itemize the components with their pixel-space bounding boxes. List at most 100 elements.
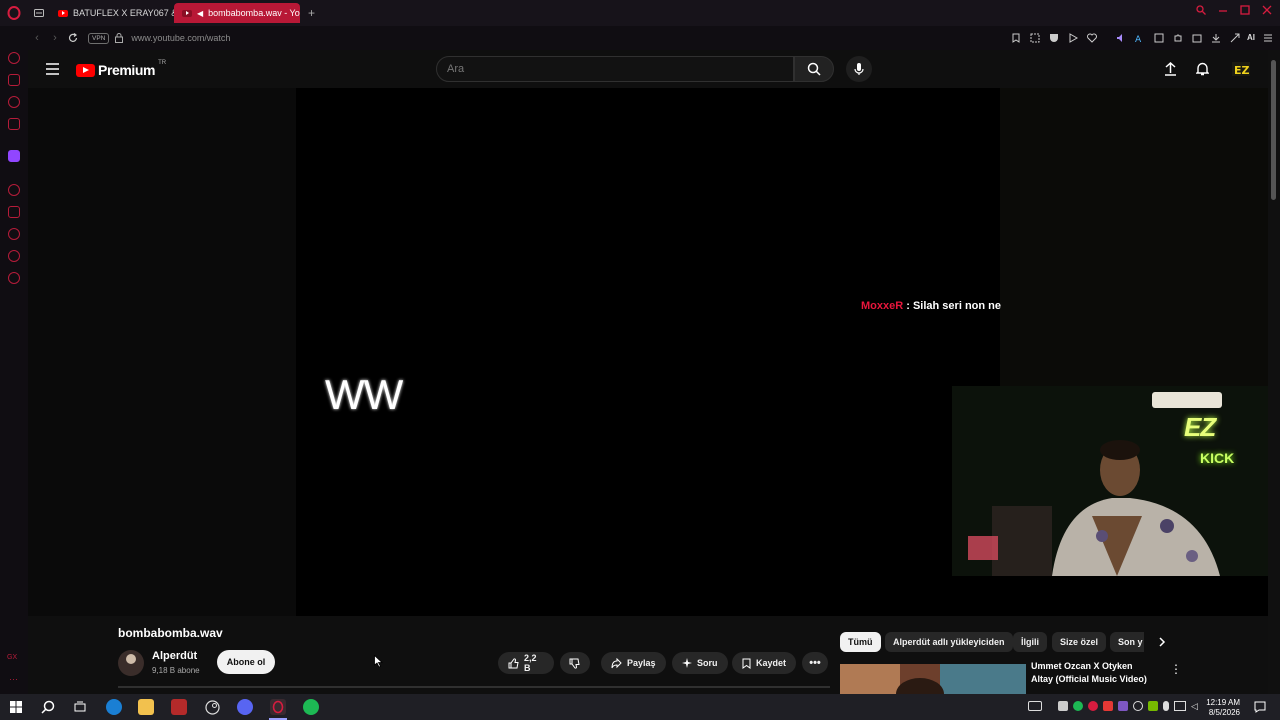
bookmark-icon[interactable] bbox=[1009, 31, 1022, 44]
notification-center-icon[interactable] bbox=[1252, 699, 1268, 715]
recommendation-thumbnail[interactable] bbox=[840, 664, 1026, 694]
player-icon[interactable] bbox=[8, 184, 20, 196]
video-title: bombabomba.wav bbox=[118, 626, 223, 640]
chips-next-icon[interactable] bbox=[1158, 637, 1166, 647]
tray-mic-icon[interactable] bbox=[1163, 701, 1169, 711]
twitch-icon[interactable] bbox=[8, 150, 20, 162]
file-explorer-icon[interactable] bbox=[138, 699, 154, 715]
youtube-header: Premium TR EZ bbox=[28, 50, 1268, 88]
tab-switcher-icon[interactable] bbox=[28, 3, 50, 23]
clock[interactable]: 12:19 AM 8/5/2026 bbox=[1206, 698, 1240, 718]
aria-icon[interactable] bbox=[8, 74, 20, 86]
forward-icon[interactable]: › bbox=[46, 32, 64, 44]
windows-start-icon[interactable] bbox=[8, 699, 24, 715]
more-horizontal-icon: ••• bbox=[809, 657, 821, 669]
voicemeeter-icon[interactable] bbox=[171, 699, 187, 715]
opera-logo-icon[interactable] bbox=[0, 0, 28, 26]
menu-icon[interactable] bbox=[1261, 31, 1274, 44]
messenger-icon[interactable] bbox=[8, 96, 20, 108]
channel-avatar[interactable] bbox=[118, 650, 144, 676]
minimize-icon[interactable] bbox=[1218, 5, 1228, 15]
spotify-icon[interactable] bbox=[303, 699, 319, 715]
voice-search-button[interactable] bbox=[846, 56, 872, 82]
tray-red-icon[interactable] bbox=[1103, 701, 1113, 711]
pocket-icon[interactable] bbox=[1047, 31, 1060, 44]
tray-app-icon[interactable] bbox=[1058, 701, 1068, 711]
youtube-premium-logo[interactable]: Premium TR bbox=[76, 60, 166, 78]
gmail-icon[interactable] bbox=[8, 118, 20, 130]
stream-overlay-text: WW bbox=[325, 371, 403, 418]
keyboard-icon[interactable] bbox=[1028, 701, 1042, 711]
share-button[interactable]: Paylaş bbox=[601, 652, 666, 674]
chip-all[interactable]: Tümü bbox=[840, 632, 881, 652]
new-tab-button[interactable]: + bbox=[300, 3, 323, 23]
back-icon[interactable]: ‹ bbox=[28, 32, 46, 44]
recommendation-title[interactable]: Ummet Ozcan X Otyken Altay (Official Mus… bbox=[1031, 660, 1151, 686]
url-text[interactable]: www.youtube.com/watch bbox=[131, 33, 230, 43]
edge-icon[interactable] bbox=[106, 699, 122, 715]
tray-steam-icon[interactable] bbox=[1133, 701, 1143, 711]
page-scrollbar[interactable] bbox=[1268, 50, 1280, 694]
search-button[interactable] bbox=[794, 56, 834, 82]
account-avatar-icon[interactable]: EZ bbox=[1232, 61, 1250, 77]
download-icon[interactable] bbox=[1209, 31, 1222, 44]
wallet-icon[interactable] bbox=[1190, 31, 1203, 44]
snapshot-icon[interactable] bbox=[1028, 31, 1041, 44]
tray-opera-icon[interactable] bbox=[1088, 701, 1098, 711]
notifications-bell-icon[interactable] bbox=[1196, 62, 1209, 76]
steam-icon[interactable] bbox=[204, 699, 220, 715]
chip-recent[interactable]: Son y bbox=[1110, 632, 1144, 652]
tray-nvidia-icon[interactable] bbox=[1148, 701, 1158, 711]
search-icon[interactable] bbox=[40, 699, 56, 715]
ask-button[interactable]: Soru bbox=[672, 652, 728, 674]
like-button[interactable]: 2,2 B bbox=[498, 652, 554, 674]
chip-for-you[interactable]: Size özel bbox=[1052, 632, 1107, 652]
bookmarks-icon[interactable] bbox=[8, 206, 20, 218]
ask-label: Soru bbox=[697, 658, 718, 668]
extension-icon[interactable] bbox=[1152, 31, 1165, 44]
discord-icon[interactable] bbox=[237, 699, 253, 715]
tray-purple-icon[interactable] bbox=[1118, 701, 1128, 711]
more-actions-button[interactable]: ••• bbox=[802, 652, 828, 674]
volume-icon[interactable]: ◁ bbox=[1191, 701, 1201, 711]
audio-icon[interactable] bbox=[1114, 31, 1127, 44]
downloads-icon[interactable] bbox=[8, 250, 20, 262]
close-icon[interactable] bbox=[1262, 5, 1272, 15]
lock-icon[interactable] bbox=[115, 33, 124, 43]
upload-icon[interactable] bbox=[1164, 62, 1177, 76]
youtube-favicon-icon bbox=[182, 9, 192, 17]
network-icon[interactable] bbox=[1174, 701, 1186, 711]
more-icon[interactable]: ··· bbox=[9, 674, 18, 684]
ai-label[interactable]: AI bbox=[1247, 33, 1255, 42]
history-icon[interactable] bbox=[8, 228, 20, 240]
scrollbar-thumb[interactable] bbox=[1271, 60, 1276, 200]
recommendation-menu-icon[interactable]: ⋮ bbox=[1170, 662, 1182, 676]
video-player[interactable]: WW MoxxeR : Silah seri non ne EZ KICK bbox=[28, 88, 1268, 616]
save-button[interactable]: Kaydet bbox=[732, 652, 797, 674]
vpn-badge[interactable]: VPN bbox=[88, 32, 110, 44]
dislike-button[interactable] bbox=[560, 652, 590, 674]
play-icon[interactable] bbox=[1066, 31, 1079, 44]
search-input[interactable] bbox=[436, 56, 794, 82]
puzzle-icon[interactable] bbox=[1171, 31, 1184, 44]
tray-spotify-icon[interactable] bbox=[1073, 701, 1083, 711]
opera-gx-icon[interactable] bbox=[270, 699, 286, 715]
task-view-icon[interactable] bbox=[72, 699, 88, 715]
settings-icon[interactable] bbox=[8, 272, 20, 284]
subscribe-button[interactable]: Abone ol bbox=[217, 650, 275, 674]
translate-icon[interactable]: A bbox=[1133, 31, 1146, 44]
search-tabs-icon[interactable] bbox=[1196, 5, 1206, 15]
channel-name[interactable]: Alperdüt bbox=[152, 650, 197, 662]
hamburger-menu-icon[interactable] bbox=[46, 63, 59, 75]
gx-corner-icon[interactable]: GX bbox=[7, 654, 17, 661]
tab-bombabomba[interactable]: ◀ bombabomba.wav - Yo bbox=[174, 3, 300, 23]
chip-from-uploader[interactable]: Alperdüt adlı yükleyiciden bbox=[885, 632, 1013, 652]
speed-dial-icon[interactable] bbox=[8, 52, 20, 64]
aria-icon[interactable] bbox=[1228, 31, 1241, 44]
reload-icon[interactable] bbox=[64, 33, 82, 43]
heart-icon[interactable] bbox=[1085, 31, 1098, 44]
chip-related[interactable]: İlgili bbox=[1013, 632, 1047, 652]
tab-batuflex[interactable]: BATUFLEX X ERAY067 & M bbox=[50, 3, 174, 23]
maximize-icon[interactable] bbox=[1240, 5, 1250, 15]
microphone-icon bbox=[854, 63, 864, 75]
